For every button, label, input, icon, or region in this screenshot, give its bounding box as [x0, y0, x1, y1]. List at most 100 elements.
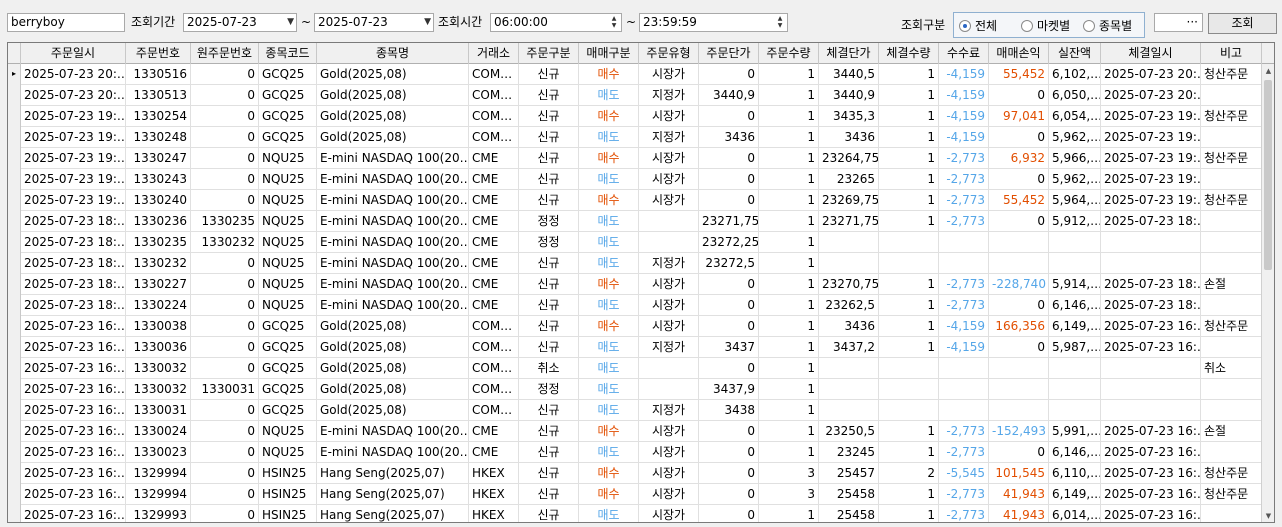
cell-symbol-code: NQU25: [259, 211, 317, 232]
row-selector[interactable]: [8, 106, 21, 127]
row-selector[interactable]: [8, 148, 21, 169]
row-selector[interactable]: [8, 463, 21, 484]
chevron-down-icon[interactable]: ▼: [424, 14, 431, 31]
table-row[interactable]: 2025-07-23 16:… 1330031 0 GCQ25 Gold(2025,08…: [8, 400, 1262, 421]
col-header-remark[interactable]: 비고: [1201, 43, 1262, 64]
table-row[interactable]: 2025-07-23 16:… 1329993 0 HSIN25 Hang Seng(2…: [8, 505, 1262, 522]
table-row[interactable]: 2025-07-23 16:… 1330032 1330031 GCQ25 Gold(2…: [8, 379, 1262, 400]
col-header-side[interactable]: 매매구분: [579, 43, 639, 64]
table-row[interactable]: 2025-07-23 16:… 1329994 0 HSIN25 Hang Seng(2…: [8, 463, 1262, 484]
col-header-order-qty[interactable]: 주문수량: [759, 43, 819, 64]
col-header-fill-price[interactable]: 체결단가: [819, 43, 879, 64]
cell-remark: 손절: [1201, 274, 1262, 295]
col-header-order-datetime[interactable]: 주문일시: [21, 43, 126, 64]
table-row[interactable]: 2025-07-23 16:… 1330023 0 NQU25 E-mini NASDA…: [8, 442, 1262, 463]
row-selector[interactable]: [8, 253, 21, 274]
time-from-spinner[interactable]: 06:00:00 ▲ ▼: [490, 13, 622, 32]
col-header-symbol-name[interactable]: 종목명: [317, 43, 469, 64]
cell-symbol-name: E-mini NASDAQ 100(20…: [317, 442, 469, 463]
cell-order-no: 1330243: [126, 169, 191, 190]
row-selector[interactable]: [8, 484, 21, 505]
col-header-fill-datetime[interactable]: 체결일시: [1101, 43, 1201, 64]
row-selector[interactable]: [8, 211, 21, 232]
row-selector[interactable]: [8, 421, 21, 442]
scroll-up-icon[interactable]: ▲: [1262, 64, 1274, 78]
cell-order-datetime: 2025-07-23 19:…: [21, 190, 126, 211]
date-from-picker[interactable]: 2025-07-23 ▼: [183, 13, 297, 32]
col-header-order-price[interactable]: 주문단가: [699, 43, 759, 64]
row-selector[interactable]: [8, 169, 21, 190]
radio-market[interactable]: 마켓별: [1021, 18, 1070, 34]
table-row[interactable]: 2025-07-23 19:… 1330243 0 NQU25 E-mini NASDA…: [8, 169, 1262, 190]
table-row[interactable]: 2025-07-23 18:… 1330224 0 NQU25 E-mini NASDA…: [8, 295, 1262, 316]
cell-order-price: 3437: [699, 337, 759, 358]
cell-remark: [1201, 295, 1262, 316]
col-header-order-no[interactable]: 주문번호: [126, 43, 191, 64]
table-row[interactable]: 2025-07-23 19:… 1330247 0 NQU25 E-mini NASDA…: [8, 148, 1262, 169]
col-header-fee[interactable]: 수수료: [939, 43, 989, 64]
cell-pnl: 55,452: [989, 190, 1049, 211]
col-header-fill-qty[interactable]: 체결수량: [879, 43, 939, 64]
chevron-down-icon[interactable]: ▼: [287, 14, 294, 31]
table-row[interactable]: 2025-07-23 16:… 1329994 0 HSIN25 Hang Seng(2…: [8, 484, 1262, 505]
row-selector[interactable]: [8, 358, 21, 379]
row-selector[interactable]: [8, 232, 21, 253]
cell-orig-order-no: 0: [191, 64, 259, 85]
table-row[interactable]: 2025-07-23 16:… 1330036 0 GCQ25 Gold(2025,08…: [8, 337, 1262, 358]
table-row[interactable]: 2025-07-23 18:… 1330235 1330232 NQU25 E-mini…: [8, 232, 1262, 253]
col-header-balance[interactable]: 실잔액: [1049, 43, 1101, 64]
table-row[interactable]: 2025-07-23 19:… 1330240 0 NQU25 E-mini NASDA…: [8, 190, 1262, 211]
cell-fill-datetime: [1101, 379, 1201, 400]
row-selector[interactable]: [8, 316, 21, 337]
row-selector[interactable]: [8, 274, 21, 295]
row-selector[interactable]: [8, 127, 21, 148]
radio-item[interactable]: 종목별: [1083, 18, 1132, 34]
table-row[interactable]: 2025-07-23 18:… 1330236 1330235 NQU25 E-mini…: [8, 211, 1262, 232]
row-selector[interactable]: [8, 379, 21, 400]
row-selector[interactable]: [8, 295, 21, 316]
table-row[interactable]: 2025-07-23 18:… 1330232 0 NQU25 E-mini NASDA…: [8, 253, 1262, 274]
col-header-pnl[interactable]: 매매손익: [989, 43, 1049, 64]
table-row[interactable]: 2025-07-23 18:… 1330227 0 NQU25 E-mini NASDA…: [8, 274, 1262, 295]
col-header-symbol-code[interactable]: 종목코드: [259, 43, 317, 64]
time-to-spinner[interactable]: 23:59:59 ▲ ▼: [639, 13, 788, 32]
col-header-exchange[interactable]: 거래소: [469, 43, 519, 64]
table-row[interactable]: 2025-07-23 16:… 1330032 0 GCQ25 Gold(2025,08…: [8, 358, 1262, 379]
row-selector[interactable]: [8, 337, 21, 358]
row-selector[interactable]: [8, 85, 21, 106]
vertical-scrollbar[interactable]: ▲ ▼: [1261, 64, 1274, 522]
cell-fill-price: 23264,75: [819, 148, 879, 169]
cell-orig-order-no: 0: [191, 253, 259, 274]
cell-order-type: [639, 358, 699, 379]
spin-arrows-icon[interactable]: ▲ ▼: [608, 15, 620, 30]
col-header-order-type[interactable]: 주문유형: [639, 43, 699, 64]
table-row[interactable]: 2025-07-23 19:… 1330248 0 GCQ25 Gold(2025,08…: [8, 127, 1262, 148]
spin-arrows-icon[interactable]: ▲ ▼: [774, 15, 786, 30]
col-header-order-kind[interactable]: 주문구분: [519, 43, 579, 64]
table-row[interactable]: 2025-07-23 16:… 1330038 0 GCQ25 Gold(2025,08…: [8, 316, 1262, 337]
radio-all[interactable]: 전체: [959, 18, 997, 34]
row-selector[interactable]: [8, 190, 21, 211]
scroll-thumb[interactable]: [1264, 80, 1272, 270]
table-row[interactable]: 2025-07-23 20:… 1330513 0 GCQ25 Gold(2025,08…: [8, 85, 1262, 106]
scroll-down-icon[interactable]: ▼: [1262, 509, 1274, 522]
date-to-picker[interactable]: 2025-07-23 ▼: [314, 13, 434, 32]
table-row[interactable]: 2025-07-23 16:… 1330024 0 NQU25 E-mini NASDA…: [8, 421, 1262, 442]
row-selector[interactable]: [8, 505, 21, 522]
more-button[interactable]: ···: [1154, 13, 1203, 32]
orders-grid: 주문일시 주문번호 원주문번호 종목코드 종목명 거래소 주문구분 매매구분 주문유형 주문단가 주…: [7, 42, 1275, 523]
account-input[interactable]: berryboy: [7, 13, 125, 32]
table-row[interactable]: ▸ 2025-07-23 20:… 1330516 0 GCQ25 Gold(2025,0…: [8, 64, 1262, 85]
current-row-icon[interactable]: ▸: [8, 64, 21, 85]
col-header-orig-order-no[interactable]: 원주문번호: [191, 43, 259, 64]
search-button[interactable]: 조회: [1208, 13, 1277, 34]
cell-order-datetime: 2025-07-23 20:…: [21, 64, 126, 85]
cell-order-no: 1330236: [126, 211, 191, 232]
cell-remark: 청산주문: [1201, 190, 1262, 211]
cell-order-qty: 1: [759, 253, 819, 274]
row-selector[interactable]: [8, 442, 21, 463]
cell-symbol-code: GCQ25: [259, 106, 317, 127]
table-row[interactable]: 2025-07-23 19:… 1330254 0 GCQ25 Gold(2025,08…: [8, 106, 1262, 127]
row-selector[interactable]: [8, 400, 21, 421]
cell-pnl: 166,356: [989, 316, 1049, 337]
